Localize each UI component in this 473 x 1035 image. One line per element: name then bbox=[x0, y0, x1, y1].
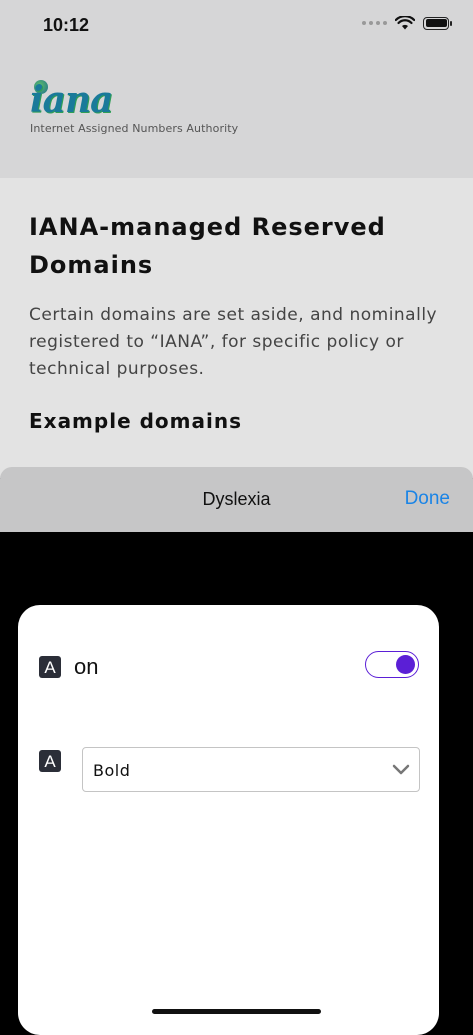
status-time: 10:12 bbox=[43, 15, 90, 35]
font-weight-select[interactable]: Bold bbox=[82, 747, 420, 792]
text-a-icon: A bbox=[39, 750, 61, 772]
toggle-knob bbox=[396, 654, 415, 674]
battery-icon bbox=[423, 16, 452, 30]
chevron-down-icon bbox=[392, 764, 410, 775]
section-title: Example domains bbox=[29, 409, 242, 433]
font-weight-value: Bold bbox=[93, 761, 131, 780]
page-content: IANA-managed Reserved Domains Certain do… bbox=[0, 178, 473, 478]
wifi-icon bbox=[395, 16, 415, 30]
page-title: IANA-managed Reserved Domains bbox=[29, 213, 386, 279]
toggle-label: on bbox=[74, 654, 99, 679]
text-a-icon: A bbox=[39, 656, 61, 678]
site-header: iana Internet Assigned Numbers Authority bbox=[0, 52, 473, 178]
iana-logo[interactable]: iana Internet Assigned Numbers Authority bbox=[30, 80, 238, 135]
intro-paragraph: Certain domains are set aside, and nomin… bbox=[29, 305, 438, 379]
logo-subtitle: Internet Assigned Numbers Authority bbox=[30, 122, 239, 135]
sheet-toolbar: Dyslexia Done bbox=[0, 467, 473, 532]
home-indicator[interactable] bbox=[152, 1009, 321, 1014]
dyslexia-toggle[interactable] bbox=[365, 651, 419, 678]
dyslexia-settings-panel: A on A Bold bbox=[18, 605, 439, 1035]
done-button[interactable]: Done bbox=[405, 488, 450, 510]
status-icons bbox=[362, 16, 452, 30]
status-bar: 10:12 bbox=[0, 0, 473, 52]
signal-dots-icon bbox=[362, 21, 387, 25]
logo-wordmark: iana bbox=[30, 79, 114, 121]
sheet-title: Dyslexia bbox=[202, 489, 271, 509]
